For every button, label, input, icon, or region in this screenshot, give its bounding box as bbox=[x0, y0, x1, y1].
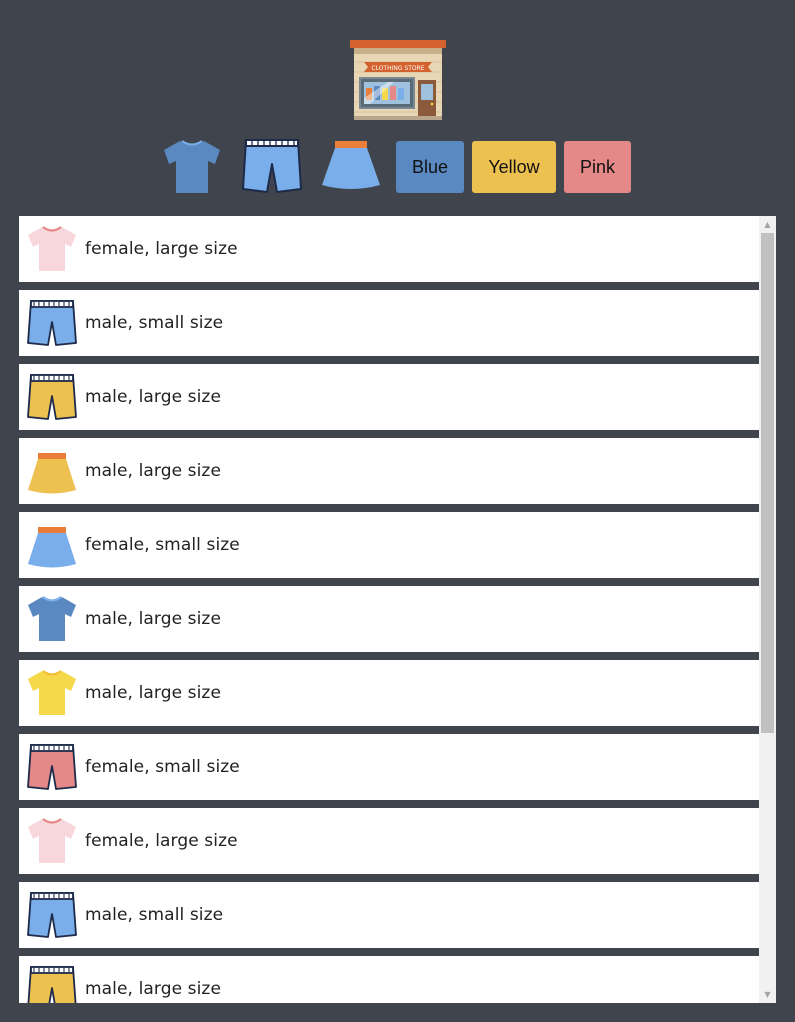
item-description: female, large size bbox=[85, 831, 238, 851]
clothing-list: female, large size male, small size male, … bbox=[19, 216, 759, 1003]
list-item[interactable]: male, small size bbox=[19, 290, 759, 356]
item-description: female, small size bbox=[85, 535, 240, 555]
item-description: male, large size bbox=[85, 683, 222, 703]
pink-filter-button[interactable]: Pink bbox=[564, 141, 631, 193]
blue-filter-button[interactable]: Blue bbox=[396, 141, 464, 193]
scroll-thumb[interactable] bbox=[761, 233, 774, 733]
list-item[interactable]: male, small size bbox=[19, 882, 759, 948]
list-item[interactable]: male, large size bbox=[19, 586, 759, 652]
clothing-store-logo[interactable]: CLOTHING STORE bbox=[348, 38, 448, 122]
tshirt-icon bbox=[25, 594, 79, 644]
item-description: female, small size bbox=[85, 757, 240, 777]
list-item[interactable]: female, small size bbox=[19, 512, 759, 578]
shorts-icon bbox=[25, 964, 79, 1003]
item-description: male, large size bbox=[85, 461, 222, 481]
scroll-down-arrow-icon[interactable]: ▼ bbox=[759, 986, 776, 1003]
scroll-up-arrow-icon[interactable]: ▲ bbox=[759, 216, 776, 233]
skirt-filter-icon[interactable] bbox=[319, 138, 383, 196]
list-item[interactable]: male, large size bbox=[19, 956, 759, 1003]
item-description: male, small size bbox=[85, 313, 224, 333]
svg-text:CLOTHING STORE: CLOTHING STORE bbox=[371, 65, 424, 72]
clothing-list-panel[interactable]: female, large size male, small size male, … bbox=[19, 216, 776, 1003]
item-description: male, small size bbox=[85, 905, 224, 925]
tshirt-icon bbox=[25, 668, 79, 718]
item-description: male, large size bbox=[85, 609, 222, 629]
list-item[interactable]: male, large size bbox=[19, 660, 759, 726]
list-scrollbar[interactable]: ▲ ▼ bbox=[759, 216, 776, 1003]
list-item[interactable]: female, large size bbox=[19, 808, 759, 874]
filter-bar: Blue Yellow Pink bbox=[0, 138, 795, 196]
item-description: male, large size bbox=[85, 979, 222, 999]
tshirt-filter-icon[interactable] bbox=[160, 138, 224, 196]
store-icon: CLOTHING STORE bbox=[350, 40, 446, 120]
skirt-icon bbox=[25, 520, 79, 570]
skirt-icon bbox=[25, 446, 79, 496]
list-item[interactable]: male, large size bbox=[19, 438, 759, 504]
list-item[interactable]: female, small size bbox=[19, 734, 759, 800]
yellow-filter-button[interactable]: Yellow bbox=[472, 141, 556, 193]
list-item[interactable]: female, large size bbox=[19, 216, 759, 282]
tshirt-icon bbox=[25, 224, 79, 274]
shorts-icon bbox=[25, 890, 79, 940]
shorts-icon bbox=[25, 742, 79, 792]
list-item[interactable]: male, large size bbox=[19, 364, 759, 430]
shorts-filter-icon[interactable] bbox=[240, 138, 304, 196]
item-description: female, large size bbox=[85, 239, 238, 259]
tshirt-icon bbox=[25, 816, 79, 866]
item-description: male, large size bbox=[85, 387, 222, 407]
shorts-icon bbox=[25, 298, 79, 348]
shorts-icon bbox=[25, 372, 79, 422]
